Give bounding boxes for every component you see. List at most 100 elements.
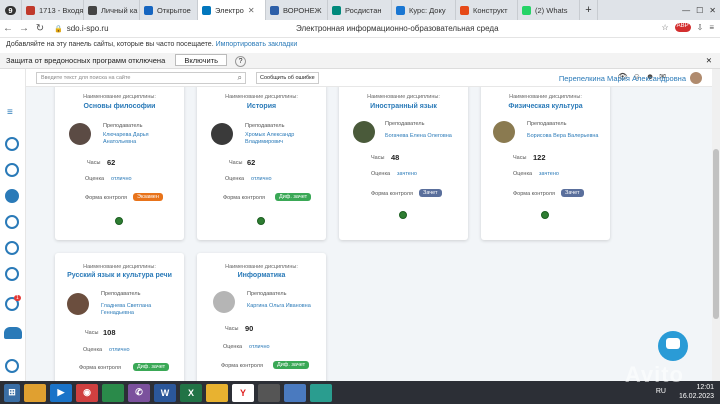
tab-7[interactable]: Курс: Доку xyxy=(392,0,456,20)
page-scrollbar[interactable] xyxy=(712,69,720,381)
new-tab-button[interactable]: + xyxy=(580,0,598,20)
scroll-thumb[interactable] xyxy=(713,149,719,319)
menu-icon[interactable]: ≡ xyxy=(709,23,714,32)
tab-2[interactable]: Личный ка xyxy=(84,0,140,20)
user-name[interactable]: Перепелкина Мария Александровна xyxy=(559,74,686,83)
viber-icon[interactable]: ✆ xyxy=(128,383,150,402)
reload-icon[interactable]: ↻ xyxy=(32,23,48,34)
help-icon[interactable]: ? xyxy=(235,56,247,67)
teacher-name[interactable]: Богачева Елена Олеговна xyxy=(385,133,465,140)
discipline-label: Наименование дисциплины: xyxy=(509,94,582,100)
chat-bubble-button[interactable] xyxy=(658,331,688,361)
sidebar-profile-icon[interactable] xyxy=(5,137,19,151)
site-search-input[interactable]: Введите текст для поиска на сайте ⌕ xyxy=(36,71,246,84)
folder-icon[interactable] xyxy=(206,383,228,402)
control-badge: Диф. зачет xyxy=(275,193,312,201)
course-title[interactable]: Иностранный язык xyxy=(339,103,468,110)
import-bookmarks-link[interactable]: Импортировать закладки xyxy=(216,41,298,48)
course-title[interactable]: История xyxy=(197,103,326,110)
enable-protection-button[interactable]: Включить xyxy=(175,54,227,66)
course-title[interactable]: Информатика xyxy=(197,272,326,279)
grade-value: зачтено xyxy=(539,171,559,177)
teacher-photo xyxy=(353,121,375,143)
tab-counter[interactable]: 9 xyxy=(0,0,22,20)
files-icon[interactable] xyxy=(24,383,46,402)
user-avatar[interactable] xyxy=(690,72,702,84)
hours-label: Часы xyxy=(225,326,239,332)
teacher-label: Преподаватель xyxy=(527,121,567,127)
close-tab-icon[interactable]: ✕ xyxy=(248,6,255,15)
download-icon[interactable]: ⇩ xyxy=(697,23,704,32)
course-title[interactable]: Физическая культура xyxy=(481,103,610,110)
control-badge: Зачет xyxy=(419,189,442,197)
tab-6[interactable]: Росдистан xyxy=(328,0,392,20)
control-label: Форма контроля xyxy=(85,195,127,201)
grade-value: отлично xyxy=(249,344,270,350)
sidebar-group-icon[interactable] xyxy=(4,327,22,339)
yandex-icon[interactable]: Y xyxy=(232,383,254,402)
eye-app-icon[interactable]: ◉ xyxy=(76,383,98,402)
teacher-photo xyxy=(493,121,515,143)
tab-4-active[interactable]: Электро ✕ xyxy=(198,0,266,20)
forward-arrow-icon[interactable]: → xyxy=(16,23,32,34)
page-title: Электронная информационно-образовательна… xyxy=(296,24,499,33)
maximize-icon[interactable]: ☐ xyxy=(696,6,703,15)
sidebar-menu-icon[interactable]: ≡ xyxy=(7,107,13,118)
teacher-name[interactable]: Хромых Александр Владимирович xyxy=(245,132,315,146)
course-card[interactable]: Наименование дисциплины: Физическая куль… xyxy=(481,87,610,240)
status-dot xyxy=(257,217,265,225)
window-controls[interactable]: — ☐ ✕ xyxy=(678,0,720,20)
avito-watermark: Avito xyxy=(624,362,684,387)
control-label: Форма контроля xyxy=(371,191,413,197)
teacher-name[interactable]: Борисова Вера Валерьевна xyxy=(527,133,607,140)
course-card[interactable]: Наименование дисциплины: Русский язык и … xyxy=(55,253,184,381)
tab-5[interactable]: ВОРОНЕЖ xyxy=(266,0,328,20)
address-field[interactable]: 🔒 sdo.i-spo.ru xyxy=(54,24,109,33)
teacher-name[interactable]: Каргина Ольга Ивановна xyxy=(247,303,323,310)
report-error-button[interactable]: Сообщить об ошибке xyxy=(256,71,319,84)
sidebar-settings-icon[interactable] xyxy=(5,215,19,229)
sidebar-courses-icon[interactable] xyxy=(5,163,19,177)
tab-9[interactable]: (2) Whats xyxy=(518,0,580,20)
sidebar-calendar-icon[interactable] xyxy=(5,241,19,255)
course-card[interactable]: Наименование дисциплины: История Препода… xyxy=(197,87,326,240)
teacher-name[interactable]: Гладнева Светлана Геннадьевна xyxy=(101,303,171,317)
tab-8[interactable]: Конструкт xyxy=(456,0,518,20)
teacher-label: Преподаватель xyxy=(101,291,141,297)
word-icon[interactable]: W xyxy=(154,383,176,402)
close-window-icon[interactable]: ✕ xyxy=(709,6,716,15)
hours-label: Часы xyxy=(87,160,101,166)
minimize-icon[interactable]: — xyxy=(682,6,690,15)
app-icon[interactable] xyxy=(102,383,124,402)
tab-1[interactable]: 1713 - Входя xyxy=(22,0,84,20)
course-card[interactable]: Наименование дисциплины: Информатика Пре… xyxy=(197,253,326,381)
teacher-photo xyxy=(67,293,89,315)
sidebar-docs-icon[interactable] xyxy=(5,267,19,281)
back-arrow-icon[interactable]: ← xyxy=(0,23,16,34)
sidebar-logout-icon[interactable] xyxy=(5,359,19,373)
course-title[interactable]: Основы философии xyxy=(55,103,184,110)
app3-icon[interactable] xyxy=(284,383,306,402)
course-title[interactable]: Русский язык и культура речи xyxy=(55,272,184,279)
system-tray[interactable]: RU 12:01 16.02.2023 xyxy=(656,383,714,401)
start-icon[interactable]: ⊞ xyxy=(4,383,20,402)
sidebar-globe-icon[interactable] xyxy=(5,189,19,203)
page-icon xyxy=(270,5,279,15)
app4-icon[interactable] xyxy=(310,383,332,402)
bookmark-icon[interactable]: ☆ xyxy=(661,23,668,32)
search-icon[interactable]: ⌕ xyxy=(238,73,242,83)
media-icon[interactable]: ▶ xyxy=(50,383,72,402)
adblock-icon[interactable]: ABP xyxy=(674,23,691,32)
hours-value: 62 xyxy=(247,158,256,167)
app2-icon[interactable] xyxy=(258,383,280,402)
discipline-label: Наименование дисциплины: xyxy=(225,264,298,270)
page-icon xyxy=(88,5,97,15)
course-card[interactable]: Наименование дисциплины: Основы философи… xyxy=(55,87,184,240)
excel-icon[interactable]: X xyxy=(180,383,202,402)
language-indicator[interactable]: RU xyxy=(656,387,666,396)
page-icon xyxy=(144,5,153,15)
tab-3[interactable]: Открытое xyxy=(140,0,198,20)
teacher-name[interactable]: Ключарева Дарья Анатольевна xyxy=(103,132,173,146)
banner-close-icon[interactable]: ✕ xyxy=(706,53,712,69)
course-card[interactable]: Наименование дисциплины: Иностранный язы… xyxy=(339,87,468,240)
